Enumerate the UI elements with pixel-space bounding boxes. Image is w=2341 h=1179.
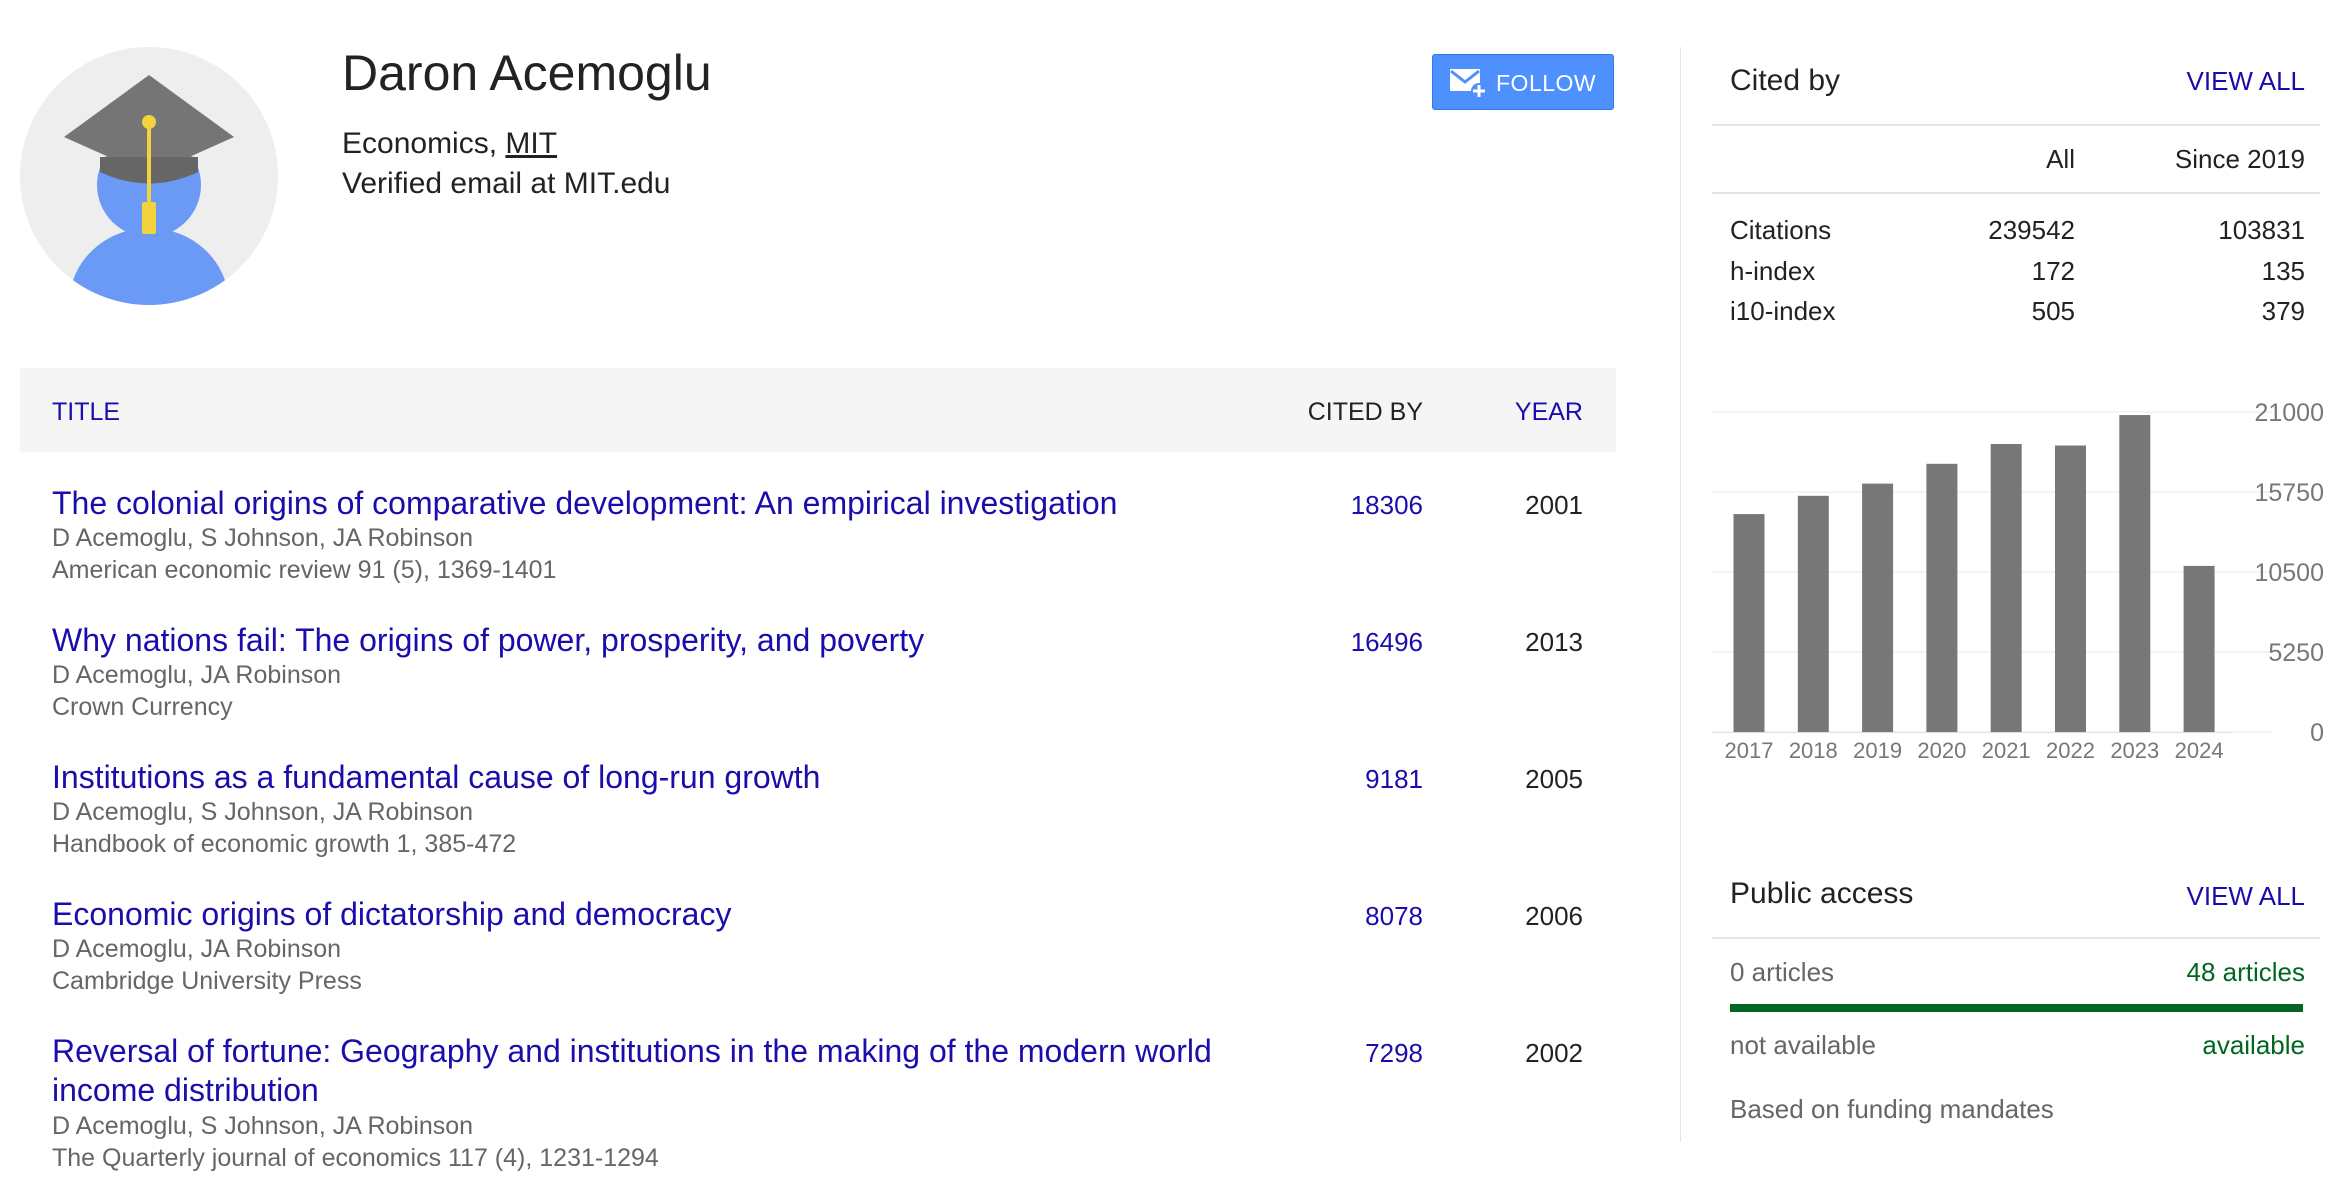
- profile-name: Daron Acemoglu: [342, 45, 712, 101]
- article-year: 2001: [1525, 490, 1583, 520]
- metric-label: h-index: [1730, 256, 1816, 286]
- article-venue: Crown Currency: [52, 693, 233, 721]
- default-avatar-icon: [64, 75, 234, 305]
- follow-label: FOLLOW: [1496, 70, 1597, 96]
- cited-by-column-header[interactable]: CITED BY: [1308, 398, 1423, 427]
- avatar: [20, 47, 278, 305]
- sort-by-title[interactable]: TITLE: [52, 398, 120, 427]
- y-tick-label: 15750: [2254, 479, 2324, 507]
- article-venue: Cambridge University Press: [52, 967, 362, 995]
- citation-bar-2024[interactable]: [2183, 565, 2215, 732]
- citation-bar-2017[interactable]: [1733, 514, 1765, 732]
- funding-mandates-note: Based on funding mandates: [1730, 1094, 2054, 1124]
- metric-all-value: 505: [2031, 296, 2075, 326]
- articles-table-header: TITLE CITED BY YEAR: [20, 368, 1616, 452]
- y-tick-label: 21000: [2254, 399, 2324, 427]
- x-tick-label: 2022: [2046, 738, 2095, 763]
- citations-bar-chart: 21000 15750 10500 5250 0 2017 2018 2019 2020 2021…: [1712, 399, 2324, 763]
- public-access-progress-bar: [1730, 1004, 2303, 1012]
- y-tick-label: 10500: [2254, 559, 2324, 587]
- citation-bar-2021[interactable]: [1990, 444, 2022, 732]
- metric-label: i10-index: [1730, 296, 1836, 326]
- citation-bar-2023[interactable]: [2119, 415, 2151, 732]
- citations-per-year-chart: 21000 15750 10500 5250 0 2017 2018 2019 2020 2021…: [1712, 390, 2332, 770]
- article-authors: D Acemoglu, S Johnson, JA Robinson: [52, 524, 474, 552]
- not-available-label: not available: [1730, 1030, 1876, 1060]
- cited-by-view-all-link[interactable]: VIEW ALL: [2187, 66, 2306, 97]
- metric-since-value: 379: [2261, 296, 2305, 326]
- article-venue: The Quarterly journal of economics 117 (…: [52, 1144, 659, 1172]
- public-access-view-all-link[interactable]: VIEW ALL: [2187, 881, 2306, 912]
- article-year: 2013: [1525, 627, 1583, 657]
- article-authors: D Acemoglu, JA Robinson: [52, 935, 342, 963]
- metric-all-value: 172: [2031, 256, 2075, 286]
- citation-bar-2019[interactable]: [1862, 483, 1894, 732]
- x-tick-label: 2021: [1982, 738, 2031, 763]
- col-header-all: All: [2046, 144, 2075, 174]
- x-tick-label: 2017: [1725, 738, 1774, 763]
- metric-all-value: 239542: [1988, 215, 2075, 245]
- article-venue: Handbook of economic growth 1, 385-472: [52, 830, 517, 858]
- y-tick-label: 0: [2310, 719, 2324, 747]
- divider: [1712, 124, 2320, 126]
- divider: [1712, 192, 2320, 194]
- metric-since-value: 135: [2261, 256, 2305, 286]
- x-tick-label: 2023: [2110, 738, 2159, 763]
- article-year: 2002: [1525, 1038, 1583, 1068]
- metric-label: Citations: [1730, 215, 1832, 245]
- not-available-count: 0 articles: [1730, 957, 1835, 987]
- affiliation: Economics, MIT: [342, 127, 557, 161]
- sort-by-year[interactable]: YEAR: [1515, 398, 1583, 427]
- column-divider: [1680, 47, 1681, 1142]
- metric-since-value: 103831: [2218, 215, 2305, 245]
- follow-button[interactable]: FOLLOW: [1432, 54, 1614, 110]
- x-tick-label: 2020: [1917, 738, 1966, 763]
- article-title-link[interactable]: The colonial origins of comparative deve…: [52, 484, 1252, 523]
- article-year: 2006: [1525, 901, 1583, 931]
- article-authors: D Acemoglu, S Johnson, JA Robinson: [52, 1112, 474, 1140]
- citation-bar-2018[interactable]: [1797, 495, 1829, 732]
- y-tick-label: 5250: [2268, 639, 2324, 667]
- cited-by-count-link[interactable]: 7298: [1365, 1038, 1423, 1069]
- x-tick-label: 2019: [1853, 738, 1902, 763]
- available-count: 48 articles: [2186, 957, 2306, 987]
- article-venue: American economic review 91 (5), 1369-14…: [52, 556, 557, 584]
- article-authors: D Acemoglu, JA Robinson: [52, 661, 342, 689]
- cited-by-count-link[interactable]: 9181: [1365, 764, 1423, 795]
- article-year: 2005: [1525, 764, 1583, 794]
- mail-plus-icon: [1449, 66, 1487, 105]
- cited-by-count-link[interactable]: 8078: [1365, 901, 1423, 932]
- available-label: available: [2202, 1030, 2305, 1060]
- article-title-link[interactable]: Institutions as a fundamental cause of l…: [52, 758, 1252, 797]
- citation-bar-2020[interactable]: [1926, 463, 1958, 732]
- article-title-link[interactable]: Reversal of fortune: Geography and insti…: [52, 1032, 1252, 1110]
- article-title-link[interactable]: Economic origins of dictatorship and dem…: [52, 895, 1252, 934]
- public-access-heading: Public access: [1730, 877, 1914, 910]
- cited-by-count-link[interactable]: 18306: [1351, 490, 1423, 521]
- x-tick-label: 2024: [2175, 738, 2224, 763]
- cited-by-count-link[interactable]: 16496: [1351, 627, 1423, 658]
- col-header-since: Since 2019: [2174, 144, 2305, 174]
- cited-by-heading: Cited by: [1730, 64, 1841, 97]
- article-authors: D Acemoglu, S Johnson, JA Robinson: [52, 798, 474, 826]
- affiliation-field: Economics,: [342, 127, 498, 160]
- institution-link[interactable]: MIT: [505, 127, 557, 160]
- citation-bar-2022[interactable]: [2055, 445, 2086, 732]
- divider: [1712, 937, 2320, 939]
- verified-email: Verified email at MIT.edu: [342, 167, 671, 200]
- article-title-link[interactable]: Why nations fail: The origins of power, …: [52, 621, 1252, 660]
- x-tick-label: 2018: [1789, 738, 1838, 763]
